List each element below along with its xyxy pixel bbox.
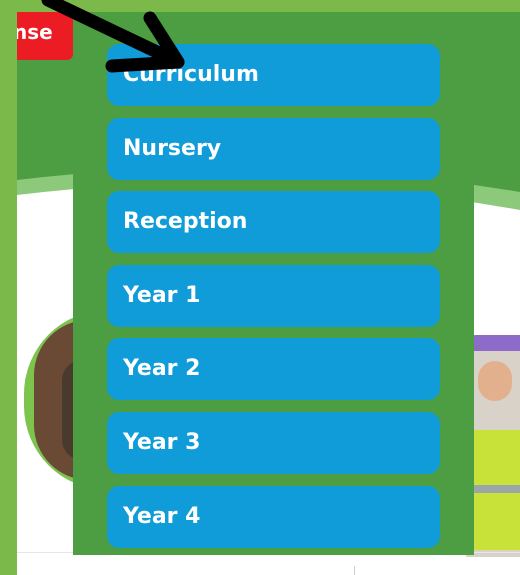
dropdown-menu: Curriculum Nursery Reception Year 1 Year…: [73, 12, 474, 555]
left-border: [0, 0, 17, 575]
menu-item-nursery[interactable]: Nursery: [107, 118, 440, 180]
menu-item-curriculum[interactable]: Curriculum: [107, 44, 440, 106]
menu-item-year-1[interactable]: Year 1: [107, 265, 440, 327]
right-photo-stripe: [474, 485, 520, 493]
menu-item-year-4[interactable]: Year 4: [107, 486, 440, 548]
top-border: [0, 0, 520, 12]
red-header-button[interactable]: nse: [17, 12, 73, 60]
menu-item-year-2[interactable]: Year 2: [107, 338, 440, 400]
menu-item-year-3[interactable]: Year 3: [107, 412, 440, 474]
right-photo-face: [478, 361, 512, 401]
right-photo-frame: [466, 335, 520, 351]
menu-item-reception[interactable]: Reception: [107, 191, 440, 253]
right-photo: [466, 335, 520, 557]
bottom-tick: [354, 566, 355, 575]
